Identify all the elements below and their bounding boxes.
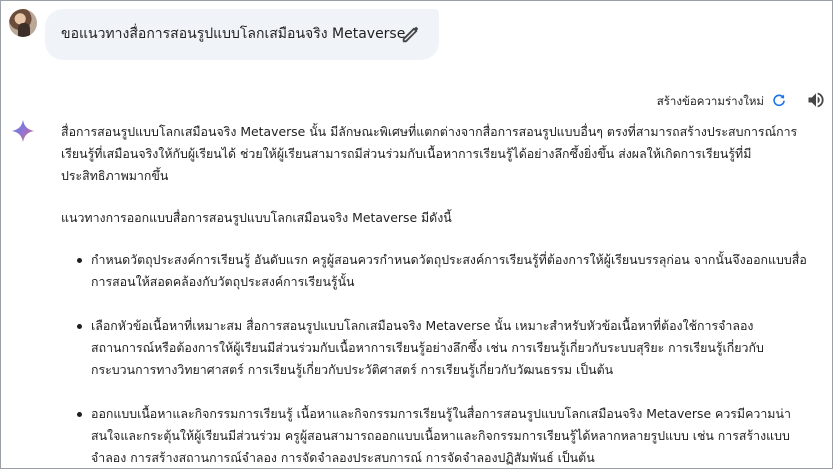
avatar-figure <box>18 23 30 37</box>
regenerate-draft-label[interactable]: สร้างข้อความร่างใหม่ <box>657 93 764 111</box>
sparkle-icon-svg <box>11 119 35 143</box>
speaker-icon[interactable] <box>806 90 826 110</box>
guideline-list: กำหนดวัตถุประสงค์การเรียนรู้ อันดับแรก ค… <box>61 249 813 468</box>
list-item-text: ออกแบบเนื้อหาและกิจกรรมการเรียนรู้ เนื้อ… <box>91 406 791 465</box>
list-item: กำหนดวัตถุประสงค์การเรียนรู้ อันดับแรก ค… <box>61 249 813 293</box>
list-item: ออกแบบเนื้อหาและกิจกรรมการเรียนรู้ เนื้อ… <box>61 403 813 468</box>
response-header: สร้างข้อความร่างใหม่ <box>592 88 832 112</box>
bullet-dot <box>77 412 82 417</box>
list-item-text: กำหนดวัตถุประสงค์การเรียนรู้ อันดับแรก ค… <box>91 252 807 289</box>
list-item: เลือกหัวข้อเนื้อหาที่เหมาะสม สื่อการสอนร… <box>61 315 813 381</box>
refresh-icon-svg <box>773 94 785 107</box>
user-avatar[interactable] <box>9 9 37 37</box>
gemini-sparkle-icon <box>10 118 36 144</box>
speaker-icon-svg <box>808 92 824 108</box>
prompt-bubble: ขอแนวทางสื่อการสอนรูปแบบโลกเสมือนจริง Me… <box>45 9 439 60</box>
prompt-text: ขอแนวทางสื่อการสอนรูปแบบโลกเสมือนจริง Me… <box>61 26 406 42</box>
pencil-icon <box>402 26 419 43</box>
guideline-heading: แนวทางการออกแบบสื่อการสอนรูปแบบโลกเสมือน… <box>61 210 452 225</box>
response-body: สื่อการสอนรูปแบบโลกเสมือนจริง Metaverse … <box>61 121 813 468</box>
response-intro: สื่อการสอนรูปแบบโลกเสมือนจริง Metaverse … <box>61 124 798 183</box>
bullet-dot <box>77 258 82 263</box>
list-item-text: เลือกหัวข้อเนื้อหาที่เหมาะสม สื่อการสอนร… <box>91 318 764 377</box>
bullet-dot <box>77 324 82 329</box>
chat-window: ขอแนวทางสื่อการสอนรูปแบบโลกเสมือนจริง Me… <box>0 0 833 469</box>
refresh-icon[interactable] <box>771 92 787 108</box>
edit-prompt-button[interactable] <box>400 23 422 45</box>
